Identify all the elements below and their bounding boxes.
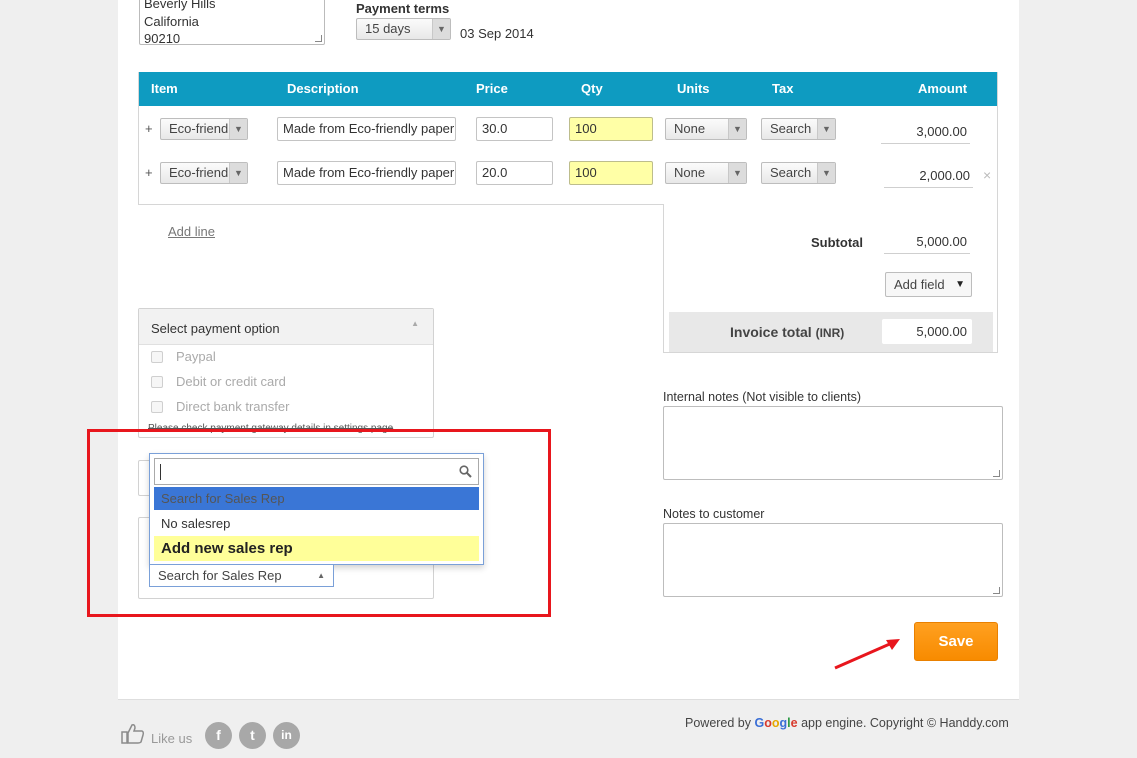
- footer-copyright: Powered by Google app engine. Copyright …: [685, 716, 1009, 730]
- price-input[interactable]: 20.0: [476, 161, 553, 185]
- chevron-down-icon: ▼: [432, 19, 450, 39]
- thumbs-up-icon[interactable]: [121, 723, 145, 745]
- invoice-total-label: Invoice total (INR): [730, 324, 844, 340]
- facebook-icon[interactable]: f: [205, 722, 232, 749]
- internal-notes-field[interactable]: [663, 406, 1003, 480]
- table-header: Item Description Price Qty Units Tax Amo…: [139, 72, 997, 106]
- header-qty: Qty: [581, 81, 603, 96]
- qty-input[interactable]: 100: [569, 117, 653, 141]
- expand-row-button[interactable]: +: [145, 121, 153, 136]
- resize-grip-icon[interactable]: [993, 587, 1000, 594]
- address-line-2: California: [144, 13, 199, 29]
- description-input[interactable]: Made from Eco-friendly paper: [277, 161, 456, 185]
- item-value: Eco-friendly: [169, 165, 238, 180]
- address-line-1: Beverly Hills: [144, 0, 216, 11]
- notes-to-customer-label: Notes to customer: [663, 507, 765, 521]
- invoice-total-value: 5,000.00: [882, 319, 972, 344]
- subtotal-label: Subtotal: [811, 235, 863, 250]
- payment-terms-select[interactable]: 15 days ▼: [356, 18, 451, 40]
- header-units: Units: [677, 81, 710, 96]
- like-us-label: Like us: [151, 731, 193, 746]
- add-field-label: Add field: [894, 277, 945, 292]
- google-logo: Google: [754, 716, 798, 730]
- payment-terms-label: Payment terms: [356, 1, 450, 16]
- tax-value: Search: [770, 165, 812, 180]
- resize-grip-icon[interactable]: [315, 35, 322, 42]
- price-input[interactable]: 30.0: [476, 117, 553, 141]
- amount-value: 2,000.00: [884, 164, 973, 188]
- chevron-down-icon: ▼: [728, 119, 746, 139]
- chevron-down-icon: ▼: [817, 119, 835, 139]
- highlight-box: [87, 429, 551, 617]
- item-select[interactable]: Eco-friendly ▼: [160, 118, 248, 140]
- expand-row-button[interactable]: +: [145, 165, 153, 180]
- red-arrow-icon: [834, 639, 900, 670]
- header-description: Description: [287, 81, 359, 96]
- collapse-icon[interactable]: ▲: [411, 319, 419, 328]
- payment-terms-value: 15 days: [365, 21, 411, 36]
- header-amount: Amount: [918, 81, 968, 96]
- card-checkbox[interactable]: [151, 376, 163, 388]
- units-select[interactable]: None ▼: [665, 162, 747, 184]
- tax-value: Search: [770, 121, 812, 136]
- save-button[interactable]: Save: [914, 622, 998, 661]
- header-tax: Tax: [772, 81, 794, 96]
- units-select[interactable]: None ▼: [665, 118, 747, 140]
- chevron-down-icon: ▼: [728, 163, 746, 183]
- item-select[interactable]: Eco-friendly ▼: [160, 162, 248, 184]
- client-address-field[interactable]: Beverly Hills California 90210: [139, 0, 325, 45]
- due-date: 03 Sep 2014: [460, 26, 534, 41]
- notes-to-customer-field[interactable]: [663, 523, 1003, 597]
- chevron-down-icon: ▼: [229, 163, 247, 183]
- powered-by-label: Powered by: [685, 716, 752, 730]
- chevron-down-icon: ▼: [229, 119, 247, 139]
- tax-select[interactable]: Search ▼: [761, 162, 836, 184]
- header-price: Price: [476, 81, 508, 96]
- resize-grip-icon[interactable]: [993, 470, 1000, 477]
- add-field-select[interactable]: Add field ▼: [885, 272, 972, 297]
- paypal-checkbox[interactable]: [151, 351, 163, 363]
- address-line-3: 90210: [144, 31, 181, 45]
- tax-select[interactable]: Search ▼: [761, 118, 836, 140]
- subtotal-value: 5,000.00: [884, 230, 970, 254]
- copyright-text: app engine. Copyright © Handdy.com: [801, 716, 1009, 730]
- caret-down-icon: ▼: [955, 279, 965, 290]
- invoice-total-text: Invoice total: [730, 324, 812, 340]
- add-line-link[interactable]: Add line: [168, 224, 215, 239]
- card-label: Debit or credit card: [176, 374, 286, 389]
- payment-options-title: Select payment option: [151, 321, 280, 336]
- paypal-label: Paypal: [176, 349, 216, 364]
- description-input[interactable]: Made from Eco-friendly paper: [277, 117, 456, 141]
- qty-input[interactable]: 100: [569, 161, 653, 185]
- linkedin-icon[interactable]: in: [273, 722, 300, 749]
- payment-options-header[interactable]: Select payment option ▲: [139, 309, 433, 345]
- amount-value: 3,000.00: [881, 120, 970, 144]
- remove-row-icon[interactable]: ×: [983, 167, 991, 183]
- bank-transfer-checkbox[interactable]: [151, 401, 163, 413]
- item-value: Eco-friendly: [169, 121, 238, 136]
- twitter-icon[interactable]: t: [239, 722, 266, 749]
- bank-transfer-label: Direct bank transfer: [176, 399, 290, 414]
- units-value: None: [674, 121, 706, 136]
- units-value: None: [674, 165, 706, 180]
- currency-code: (INR): [815, 326, 845, 340]
- internal-notes-label: Internal notes (Not visible to clients): [663, 390, 862, 404]
- chevron-down-icon: ▼: [817, 163, 835, 183]
- header-item: Item: [151, 81, 178, 96]
